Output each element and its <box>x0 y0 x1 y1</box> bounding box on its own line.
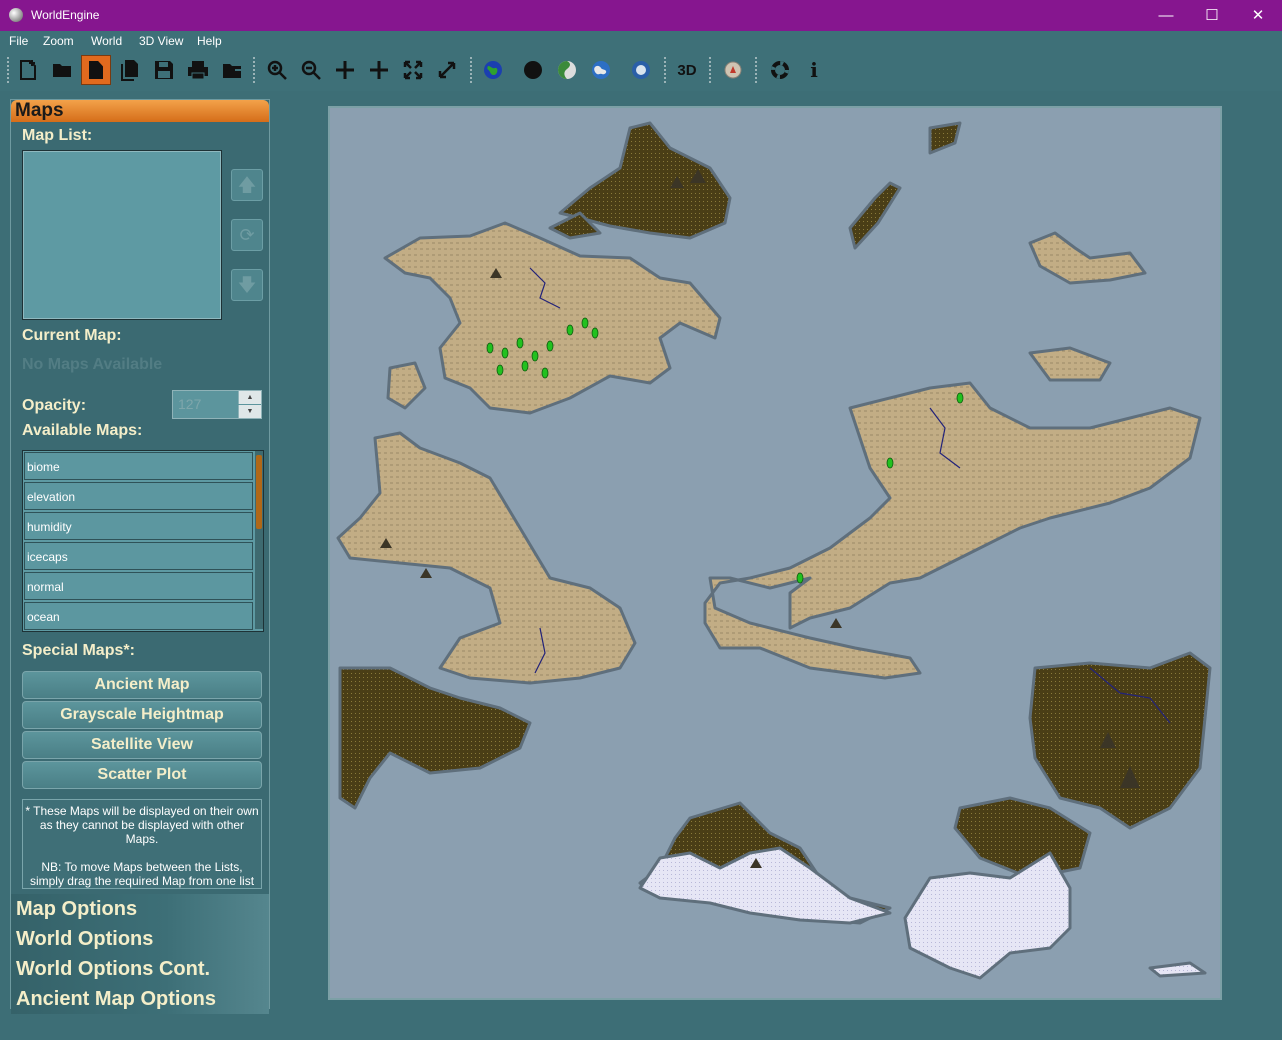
ancient-map-button[interactable]: Ancient Map <box>22 671 262 699</box>
special-maps-note: * These Maps will be displayed on their … <box>22 799 262 889</box>
special-maps-label: Special Maps*: <box>22 642 135 659</box>
menu-file[interactable]: File <box>9 34 28 48</box>
save-icon[interactable] <box>149 55 179 85</box>
available-maps-label: Available Maps: <box>22 422 143 439</box>
open-folder-icon[interactable] <box>47 55 77 85</box>
available-maps-list[interactable]: biome elevation humidity icecaps normal … <box>22 450 264 632</box>
minimize-button[interactable]: — <box>1143 0 1189 31</box>
menu-3d-view[interactable]: 3D View <box>139 34 183 48</box>
section-label: World Options <box>16 928 154 950</box>
compass-icon[interactable] <box>718 55 748 85</box>
file-icon[interactable] <box>81 55 111 85</box>
scrollbar-thumb[interactable] <box>256 455 262 529</box>
maps-header-title: Maps <box>15 100 64 121</box>
expand-icon[interactable] <box>432 55 462 85</box>
globe-icon[interactable] <box>478 55 508 85</box>
maps-header[interactable]: Maps <box>11 100 269 122</box>
opacity-value: 127 <box>178 396 202 412</box>
title-bar: WorldEngine — ☐ ✕ <box>0 0 1282 31</box>
section-world-options[interactable]: World Options <box>11 924 269 954</box>
list-item[interactable]: humidity <box>24 512 253 540</box>
world-map-image <box>330 108 1220 998</box>
3d-view-label: 3D <box>677 61 697 79</box>
toolbar-separator <box>755 57 757 85</box>
section-ancient-map-options[interactable]: Ancient Map Options <box>11 984 269 1014</box>
opacity-up-arrow-icon[interactable]: ▲ <box>238 391 261 404</box>
opacity-down-arrow-icon[interactable]: ▼ <box>238 405 261 418</box>
3d-view-icon[interactable]: 3D <box>672 55 702 85</box>
export-folder-icon[interactable] <box>217 55 247 85</box>
close-button[interactable]: ✕ <box>1235 0 1281 31</box>
note-text-2: NB: To move Maps between the Lists, simp… <box>29 860 255 888</box>
print-icon[interactable] <box>183 55 213 85</box>
toolbar-separator <box>664 57 666 85</box>
grayscale-heightmap-button[interactable]: Grayscale Heightmap <box>22 701 262 729</box>
earth-icon[interactable] <box>586 55 616 85</box>
note-text-1: * These Maps will be displayed on their … <box>25 804 259 846</box>
move-down-button[interactable]: 🡇 <box>231 269 263 301</box>
maps-panel: Maps Map List: 🡅 ⟳ 🡇 Current Map: No Map… <box>10 99 270 1014</box>
fit-view-icon[interactable] <box>398 55 428 85</box>
refresh-button[interactable]: ⟳ <box>231 219 263 251</box>
crosshair-icon[interactable] <box>364 55 394 85</box>
section-world-options-cont[interactable]: World Options Cont. <box>11 954 269 984</box>
section-label: Ancient Map Options <box>16 988 216 1010</box>
list-item[interactable]: icecaps <box>24 542 253 570</box>
satellite-view-button[interactable]: Satellite View <box>22 731 262 759</box>
toolbar-separator <box>470 57 472 85</box>
toolbar-grip <box>7 57 9 85</box>
menu-world[interactable]: World <box>91 34 122 48</box>
app-globe-icon <box>9 8 23 22</box>
toolbar-separator <box>253 57 255 85</box>
section-map-options[interactable]: Map Options <box>11 894 269 924</box>
menu-zoom[interactable]: Zoom <box>43 34 74 48</box>
satellite-icon[interactable] <box>626 55 656 85</box>
zoom-out-icon[interactable] <box>296 55 326 85</box>
move-up-button[interactable]: 🡅 <box>231 169 263 201</box>
zoom-in-icon[interactable] <box>262 55 292 85</box>
map-view[interactable] <box>328 106 1222 1000</box>
current-map-value: No Maps Available <box>22 356 163 373</box>
menu-bar: File Zoom World 3D View Help <box>0 31 1282 51</box>
current-map-label: Current Map: <box>22 327 122 344</box>
list-scrollbar[interactable] <box>255 451 263 629</box>
help-lifebuoy-icon[interactable] <box>765 55 795 85</box>
toolbar-separator <box>709 57 711 85</box>
scatter-plot-button[interactable]: Scatter Plot <box>22 761 262 789</box>
copy-icon[interactable] <box>115 55 145 85</box>
dark-globe-icon[interactable] <box>518 55 548 85</box>
list-item[interactable]: biome <box>24 452 253 480</box>
maximize-button[interactable]: ☐ <box>1189 0 1235 31</box>
map-list-label: Map List: <box>22 127 93 144</box>
opacity-spinbox[interactable]: 127 ▲ ▼ <box>172 390 262 419</box>
shaded-globe-icon[interactable] <box>552 55 582 85</box>
menu-help[interactable]: Help <box>197 34 222 48</box>
pan-icon[interactable] <box>330 55 360 85</box>
opacity-label: Opacity: <box>22 397 87 414</box>
info-label: i <box>810 58 818 82</box>
toolbar: 3D i <box>0 51 1282 91</box>
map-list[interactable] <box>22 150 222 320</box>
list-item[interactable]: elevation <box>24 482 253 510</box>
list-item[interactable]: ocean <box>24 602 253 630</box>
section-label: Map Options <box>16 898 138 920</box>
window-title: WorldEngine <box>31 8 100 22</box>
list-item[interactable]: normal <box>24 572 253 600</box>
info-icon[interactable]: i <box>799 55 829 85</box>
section-label: World Options Cont. <box>16 958 211 980</box>
new-document-icon[interactable] <box>13 55 43 85</box>
